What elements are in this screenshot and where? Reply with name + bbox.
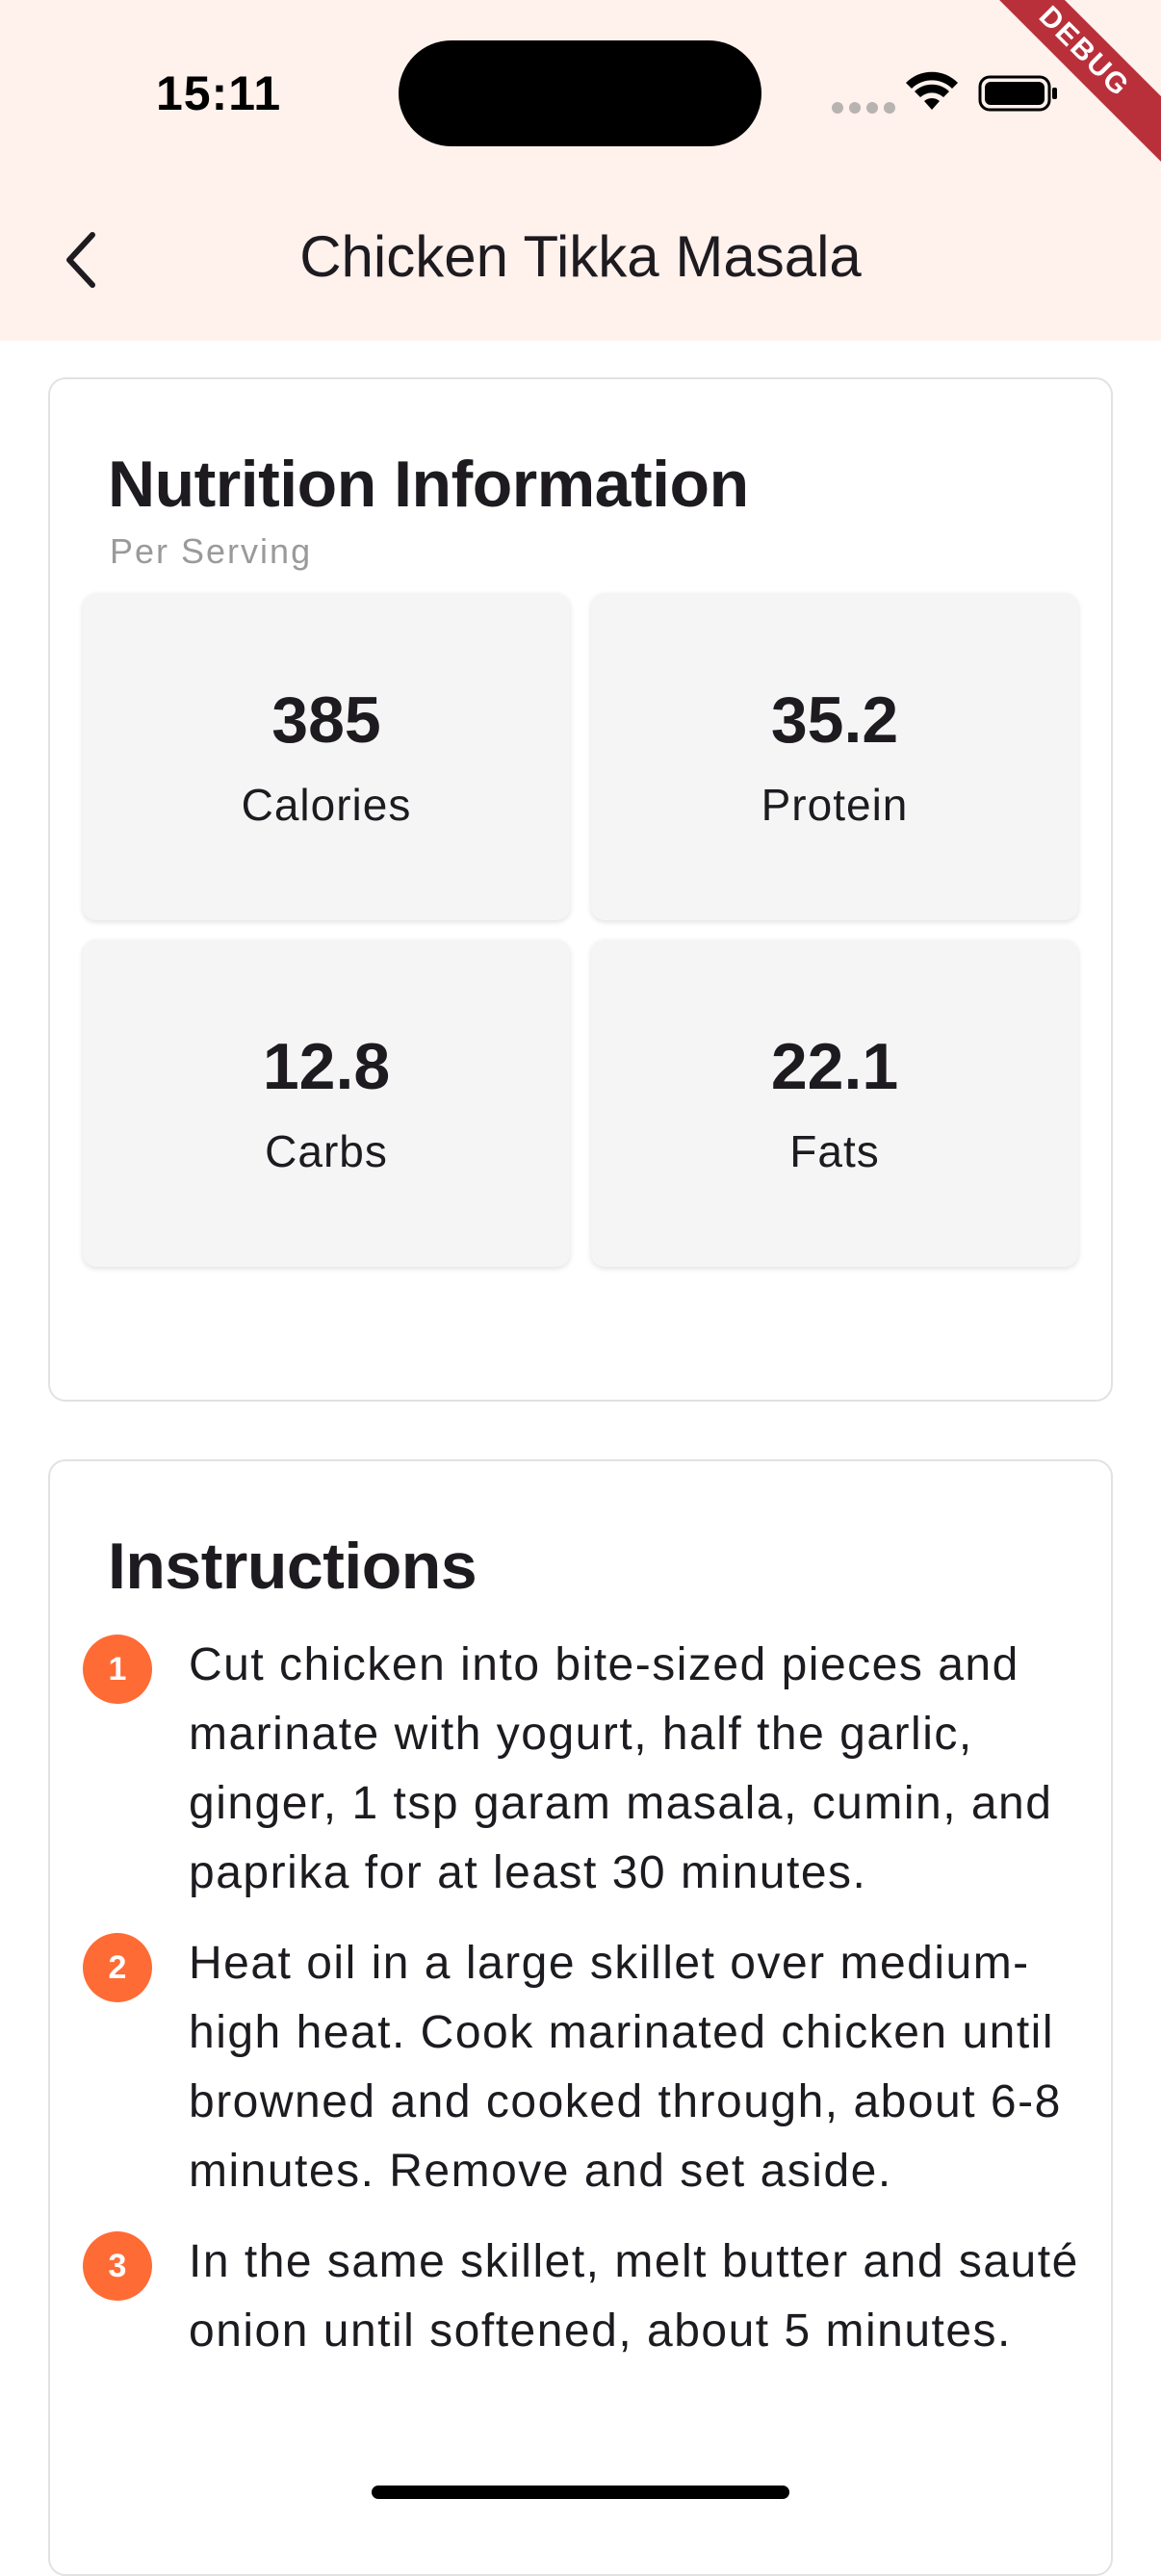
nutrition-tile-carbs: 12.8 Carbs: [83, 940, 570, 1267]
home-indicator[interactable]: [372, 2486, 789, 2499]
instruction-step: 1 Cut chicken into bite-sized pieces and…: [83, 1631, 1084, 1908]
nutrition-value: 385: [271, 683, 381, 757]
status-time: 15:11: [156, 66, 282, 120]
nutrition-label: Fats: [789, 1126, 880, 1176]
nutrition-value: 12.8: [262, 1030, 391, 1103]
step-number-badge: 2: [83, 1933, 152, 2002]
instruction-step: 2 Heat oil in a large skillet over mediu…: [83, 1929, 1084, 2206]
nutrition-card: Nutrition Information Per Serving 385 Ca…: [48, 377, 1113, 1402]
step-number-badge: 1: [83, 1635, 152, 1704]
page-title: Chicken Tikka Masala: [299, 224, 862, 289]
nutrition-title: Nutrition Information: [108, 448, 749, 521]
nutrition-label: Carbs: [265, 1126, 388, 1176]
nutrition-label: Protein: [761, 780, 909, 830]
instructions-card: Instructions 1 Cut chicken into bite-siz…: [48, 1459, 1113, 2576]
nutrition-tile-calories: 385 Calories: [83, 593, 570, 920]
nutrition-value: 22.1: [770, 1030, 899, 1103]
instruction-step: 3 In the same skillet, melt butter and s…: [83, 2228, 1084, 2366]
nutrition-subtitle: Per Serving: [110, 531, 313, 571]
nutrition-value: 35.2: [770, 683, 899, 757]
nutrition-tile-fats: 22.1 Fats: [591, 940, 1078, 1267]
step-text: Cut chicken into bite-sized pieces and m…: [189, 1639, 1053, 1898]
signal-dots-icon: [832, 102, 895, 114]
step-text: Heat oil in a large skillet over medium-…: [189, 1938, 1062, 2197]
step-text: In the same skillet, melt butter and sau…: [189, 2236, 1079, 2357]
nutrition-label: Calories: [241, 780, 412, 830]
instructions-title: Instructions: [108, 1530, 477, 1603]
instruction-steps-list: 1 Cut chicken into bite-sized pieces and…: [83, 1631, 1084, 2387]
battery-icon: [978, 75, 1057, 112]
wifi-icon: [906, 71, 958, 110]
dynamic-island: [399, 40, 761, 146]
step-number-badge: 3: [83, 2231, 152, 2301]
app-header-area: 15:11 DEBUG Chicken Tikka Masala: [0, 0, 1161, 341]
nutrition-tile-protein: 35.2 Protein: [591, 593, 1078, 920]
